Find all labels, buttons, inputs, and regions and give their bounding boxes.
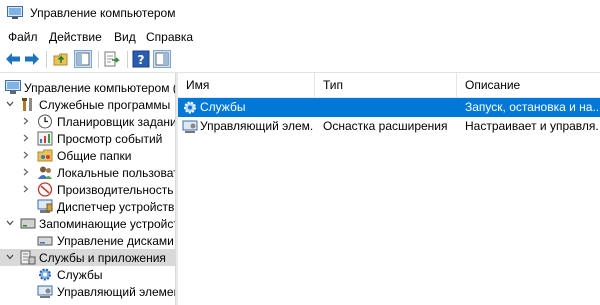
cell-description: Запуск, остановка и на...: [465, 100, 598, 114]
tree-item-label: Планировщик заданий: [57, 115, 175, 129]
list-row-services[interactable]: Службы Запуск, остановка и на...: [178, 98, 600, 117]
task-scheduler-icon: [38, 114, 52, 129]
forward-arrow-icon[interactable]: [23, 50, 41, 68]
title-bar: Управление компьютером: [0, 0, 600, 27]
cell-description: Настраивает и управля...: [465, 119, 598, 133]
menu-file[interactable]: Файл: [8, 30, 38, 44]
chevron-right-icon[interactable]: [22, 151, 30, 159]
disk-management-icon: [37, 236, 53, 246]
list-header: Имя Тип Описание: [178, 73, 600, 98]
wmi-control-icon: [37, 285, 53, 298]
tree-item-disk-management[interactable]: Управление дисками: [0, 232, 175, 249]
event-viewer-icon: [37, 131, 53, 146]
tree-item-label: Служебные программы: [39, 98, 171, 112]
chevron-down-icon[interactable]: [6, 100, 14, 108]
details-list: Имя Тип Описание Службы Запуск, остановк…: [178, 73, 600, 305]
tree-item-system-tools[interactable]: Служебные программы: [0, 96, 175, 113]
menu-bar: Файл Действие Вид Справка: [0, 27, 600, 47]
computer-management-icon: [7, 6, 23, 19]
cell-type: Оснастка расширения: [323, 119, 448, 133]
show-hide-tree-icon[interactable]: [74, 50, 92, 68]
tree-item-services[interactable]: Службы: [0, 266, 175, 283]
services-gear-icon: [39, 268, 51, 281]
tree-item-label: Службы: [57, 268, 103, 282]
tree-item-label: Просмотр событий: [57, 132, 163, 146]
tree-item-computer-management[interactable]: Управление компьютером (л: [0, 79, 175, 96]
tree-item-label: Службы и приложения: [39, 251, 166, 265]
chevron-right-icon[interactable]: [22, 185, 30, 193]
tree-item-storage[interactable]: Запоминающие устройст: [0, 215, 175, 232]
help-icon[interactable]: ?: [132, 50, 150, 68]
local-users-icon: [38, 166, 52, 179]
tree-item-label: Диспетчер устройств: [57, 200, 175, 214]
tree-item-event-viewer[interactable]: Просмотр событий: [0, 130, 175, 147]
cell-name: Управляющий элем...: [200, 119, 314, 133]
tree-item-label: Управление дисками: [57, 234, 174, 248]
back-arrow-icon[interactable]: [4, 50, 22, 68]
column-header-name[interactable]: Имя: [178, 73, 315, 97]
chevron-right-icon[interactable]: [22, 134, 30, 142]
performance-icon: [37, 182, 53, 197]
chevron-right-icon[interactable]: [22, 168, 30, 176]
window-title: Управление компьютером: [30, 6, 176, 20]
svg-text:?: ?: [138, 53, 145, 67]
services-gear-icon: [184, 101, 196, 114]
tree-item-device-manager[interactable]: Диспетчер устройств: [0, 198, 175, 215]
menu-help[interactable]: Справка: [146, 30, 193, 44]
tree-item-label: Запоминающие устройст: [39, 217, 175, 231]
tree-item-shared-folders[interactable]: Общие папки: [0, 147, 175, 164]
cell-name: Службы: [200, 100, 246, 114]
shared-folders-icon: [37, 149, 53, 162]
storage-icon: [20, 218, 36, 229]
services-apps-icon: [20, 250, 36, 265]
menu-action[interactable]: Действие: [49, 30, 102, 44]
computer-management-icon: [5, 80, 21, 94]
export-list-icon[interactable]: [103, 50, 121, 68]
chevron-down-icon[interactable]: [6, 253, 14, 261]
device-manager-icon: [37, 199, 53, 213]
tree-item-local-users[interactable]: Локальные пользовате: [0, 164, 175, 181]
chevron-down-icon[interactable]: [6, 219, 14, 227]
tree-item-label: Управление компьютером (л: [24, 81, 175, 95]
tree-item-label: Локальные пользовате: [57, 166, 175, 180]
tree-item-label: Производительность: [57, 183, 174, 197]
tree-item-task-scheduler[interactable]: Планировщик заданий: [0, 113, 175, 130]
toolbar: ?: [0, 47, 600, 73]
column-header-type[interactable]: Тип: [315, 73, 457, 97]
tools-icon: [22, 98, 32, 111]
chevron-right-icon[interactable]: [22, 117, 30, 125]
column-header-description[interactable]: Описание: [457, 73, 600, 97]
tree-item-performance[interactable]: Производительность: [0, 181, 175, 198]
tree-item-label: Управляющий элемен: [57, 285, 175, 299]
tree-item-wmi-control[interactable]: Управляющий элемен: [0, 283, 175, 300]
tree-item-services-apps[interactable]: Службы и приложения: [0, 249, 175, 266]
tree-item-label: Общие папки: [57, 149, 132, 163]
list-row-wmi-control[interactable]: Управляющий элем... Оснастка расширения …: [178, 117, 600, 136]
action-pane-icon[interactable]: [153, 50, 171, 68]
up-folder-icon[interactable]: [52, 50, 70, 68]
wmi-control-icon: [182, 120, 198, 133]
menu-view[interactable]: Вид: [114, 30, 136, 44]
navigation-tree: Управление компьютером (л Служебные прог…: [0, 73, 175, 305]
